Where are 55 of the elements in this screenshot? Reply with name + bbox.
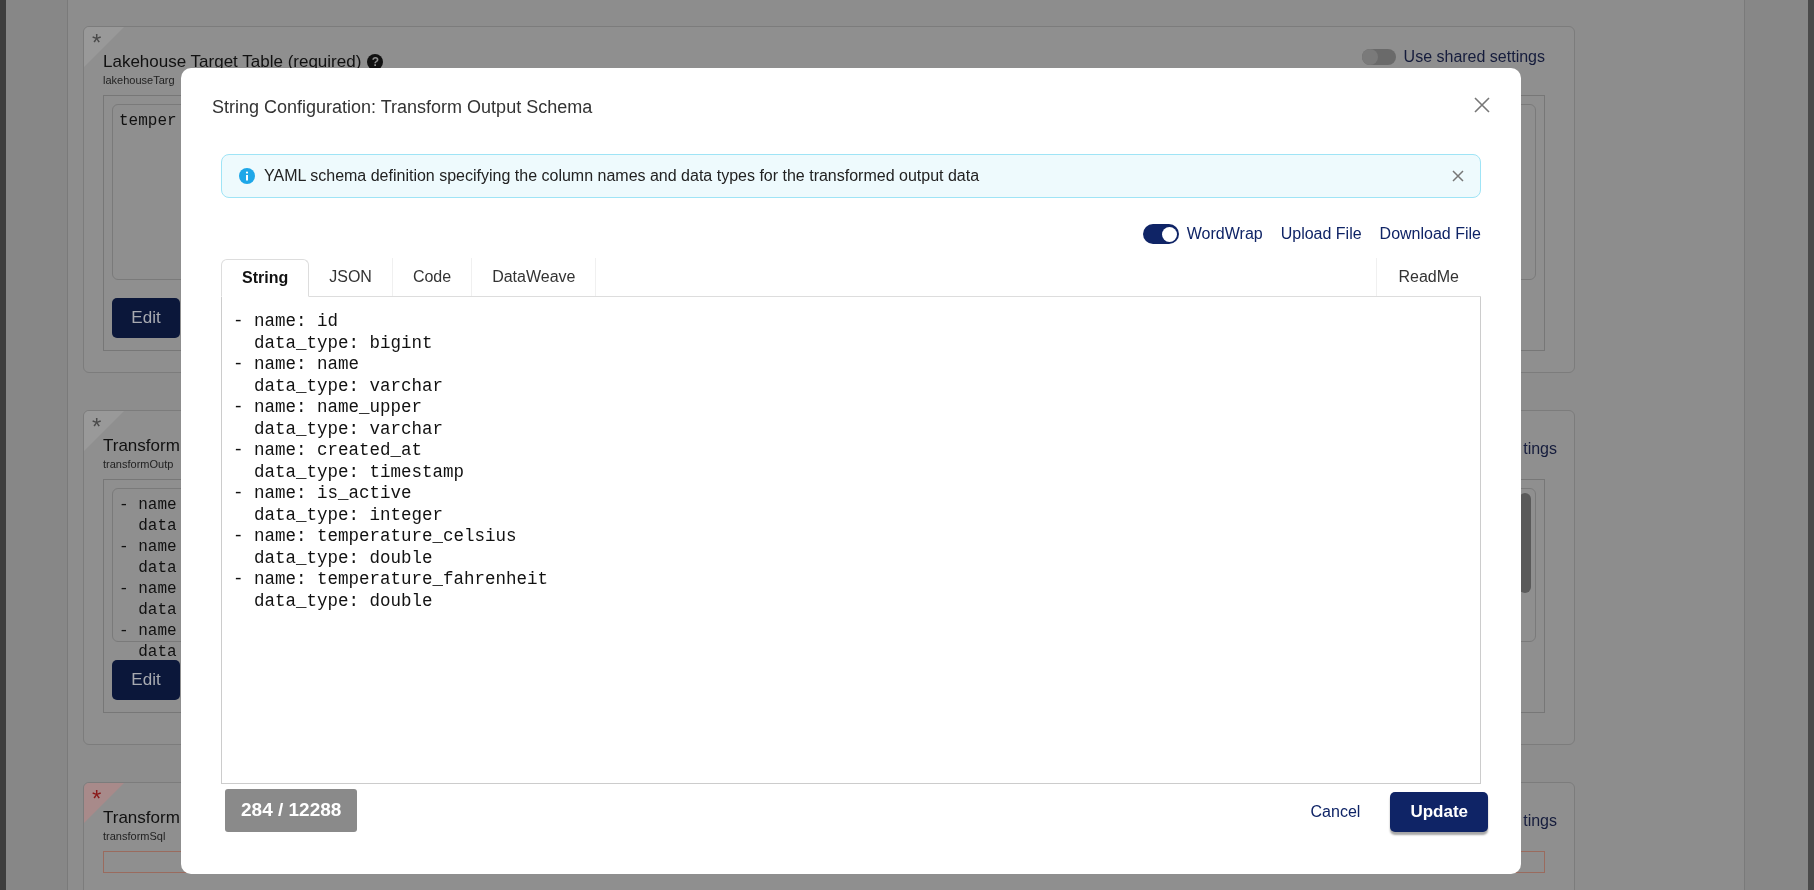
code-line: data_type: varchar [253, 418, 444, 440]
update-button[interactable]: Update [1390, 792, 1488, 832]
file-link[interactable]: Upload File [1280, 222, 1362, 246]
character-counter: 284 / 12288 [225, 788, 358, 832]
close-icon[interactable] [1473, 96, 1491, 114]
code-line: data_type: varchar [253, 375, 444, 397]
shared-settings-label: tings [1523, 439, 1557, 459]
field-title: Lakehouse Target Table (required) [103, 51, 362, 73]
code-line: - name: name_upper [233, 397, 423, 419]
editor-tab[interactable]: DataWeave [472, 258, 597, 296]
edit-button[interactable]: Edit [112, 298, 180, 338]
code-line: - name [119, 579, 177, 600]
shared-settings-label: tings [1523, 811, 1557, 831]
required-mark: * [92, 785, 102, 813]
wordwrap-label: WordWrap [1186, 224, 1263, 244]
readme-tab[interactable]: ReadMe [1375, 258, 1481, 296]
code-line: - name: temperature_fahrenheit [233, 569, 549, 591]
field-key: lakehouseTarg [103, 73, 384, 87]
code-line: data [137, 558, 177, 579]
close-icon[interactable] [1452, 170, 1464, 182]
toggle-switch[interactable] [1142, 224, 1179, 244]
field-title: Transform [103, 807, 180, 829]
required-mark: * [92, 413, 102, 441]
edit-button[interactable]: Edit [112, 660, 180, 700]
cancel-button[interactable]: Cancel [1308, 800, 1363, 824]
code-line: data [137, 642, 177, 663]
shared-settings-label: Use shared settings [1403, 47, 1545, 67]
code-line: data_type: bigint [253, 332, 433, 354]
code-line: data [137, 516, 177, 537]
code-line: temper [119, 111, 177, 132]
code-line: data_type: integer [253, 504, 444, 526]
code-line: - name: created_at [233, 440, 423, 462]
editor-tab[interactable]: String [221, 259, 310, 297]
info-text: YAML schema definition specifying the column names and data types for the transformed output data [264, 166, 981, 186]
code-line: data_type: double [253, 547, 433, 569]
field-title: Transform [103, 435, 180, 457]
required-mark: * [92, 29, 102, 57]
toggle-switch[interactable] [1361, 49, 1396, 65]
code-line: data_type: double [253, 590, 433, 612]
code-line: - name: is_active [233, 483, 412, 505]
code-line: - name [119, 495, 177, 516]
field-key: transformOutp [103, 457, 180, 471]
info-icon [239, 168, 255, 184]
code-line: - name: id [233, 311, 339, 333]
editor-tab[interactable]: JSON [309, 258, 393, 296]
code-line: - name [119, 621, 177, 642]
code-line: - name: name [233, 354, 360, 376]
file-link[interactable]: Download File [1379, 222, 1481, 246]
code-line: data_type: timestamp [253, 461, 465, 483]
code-line: - name [119, 537, 177, 558]
code-line: - name: temperature_celsius [233, 526, 517, 548]
editor-tab[interactable]: Code [392, 258, 473, 296]
field-key: transformSql [103, 829, 180, 843]
code-line: data [137, 600, 177, 621]
dialog-title: String Configuration: Transform Output Schema [212, 96, 593, 119]
